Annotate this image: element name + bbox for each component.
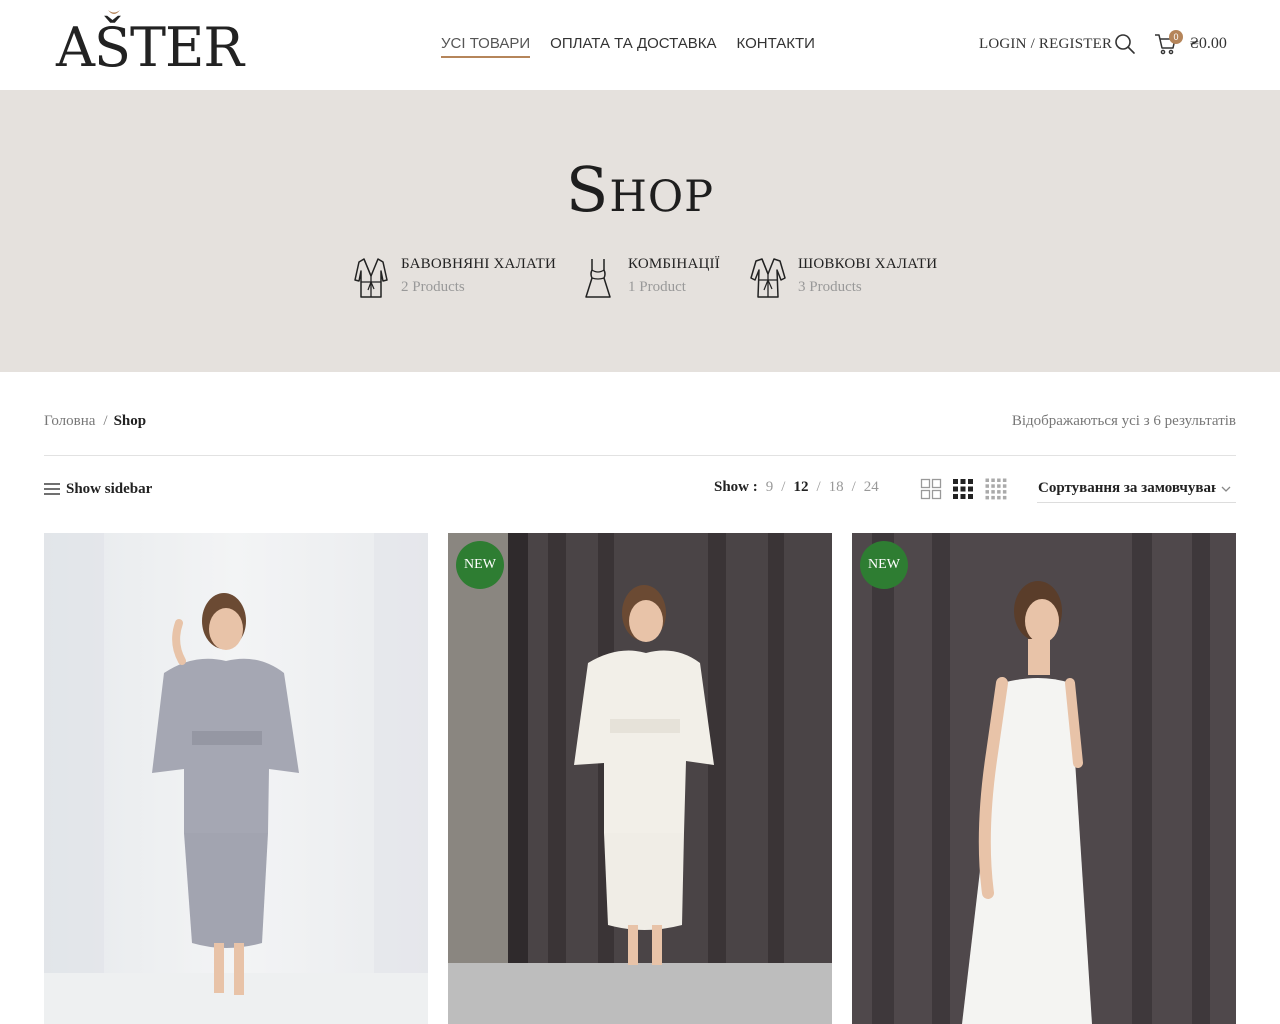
site-logo[interactable]: AŠTER xyxy=(56,8,251,78)
category-count: 1 Product xyxy=(628,279,686,295)
per-page-option-18[interactable]: 18 xyxy=(829,479,844,496)
product-card[interactable] xyxy=(44,533,428,1024)
divider xyxy=(44,455,1236,456)
shop-hero: Shop БАВОВНЯНІ ХАЛАТИ 2 Products КОМБІНА… xyxy=(0,90,1280,372)
site-header: AŠTER УСІ ТОВАРИ ОПЛАТА ТА ДОСТАВКА КОНТ… xyxy=(0,0,1280,90)
product-image[interactable] xyxy=(448,533,832,1024)
grid-3-columns-icon[interactable] xyxy=(952,478,974,500)
per-page-option-9[interactable]: 9 xyxy=(766,479,774,496)
sort-select-value: Сортування за замовчуванням xyxy=(1038,480,1216,496)
nav-item-contacts[interactable]: КОНТАКТИ xyxy=(737,34,815,58)
login-register-link[interactable]: Login / Register xyxy=(979,36,1112,53)
product-image[interactable] xyxy=(852,533,1236,1024)
page-title: Shop xyxy=(565,153,715,226)
slip-dress-icon xyxy=(585,259,611,298)
product-card[interactable]: NEW xyxy=(448,533,832,1024)
category-silk-robes[interactable]: ШОВКОВІ ХАЛАТИ 3 Products xyxy=(750,254,938,304)
product-image[interactable] xyxy=(44,533,428,1024)
category-name: ШОВКОВІ ХАЛАТИ xyxy=(798,256,938,272)
nav-item-all-products[interactable]: УСІ ТОВАРИ xyxy=(441,34,531,58)
chevron-down-icon xyxy=(1221,486,1231,492)
breadcrumb: Головна / Shop xyxy=(44,413,146,430)
category-name: КОМБІНАЦІЇ xyxy=(628,256,720,272)
per-page-option-24[interactable]: 24 xyxy=(864,479,879,496)
sort-select[interactable]: Сортування за замовчуванням xyxy=(1037,477,1236,503)
category-count: 3 Products xyxy=(798,279,862,295)
grid-4-columns-icon[interactable] xyxy=(985,478,1007,500)
menu-icon xyxy=(44,483,60,495)
nav-item-payment-delivery[interactable]: ОПЛАТА ТА ДОСТАВКА xyxy=(550,34,716,58)
per-page-selector: Show : 9 / 12 / 18 / 24 xyxy=(714,479,879,496)
per-page-separator: / xyxy=(851,479,856,495)
cart-count-badge: 0 xyxy=(1169,30,1183,44)
breadcrumb-separator: / xyxy=(103,413,108,429)
robe-icon xyxy=(354,258,388,298)
breadcrumb-home-link[interactable]: Головна xyxy=(44,413,95,429)
logo-text: AŠTER xyxy=(56,16,244,79)
new-badge: NEW xyxy=(860,541,908,589)
silk-robe-icon xyxy=(750,258,786,298)
show-sidebar-label: Show sidebar xyxy=(66,480,153,497)
main-nav: УСІ ТОВАРИ ОПЛАТА ТА ДОСТАВКА КОНТАКТИ xyxy=(441,34,815,58)
breadcrumb-current: Shop xyxy=(113,413,147,429)
category-count: 2 Products xyxy=(401,279,465,295)
cart-total[interactable]: ₴0.00 xyxy=(1190,35,1227,53)
per-page-separator: / xyxy=(816,479,821,495)
results-count: Відображаються усі з 6 результатів xyxy=(1011,413,1236,429)
category-slips[interactable]: КОМБІНАЦІЇ 1 Product xyxy=(580,254,725,304)
per-page-option-12[interactable]: 12 xyxy=(793,479,808,496)
search-icon[interactable] xyxy=(1114,33,1136,55)
per-page-separator: / xyxy=(781,479,786,495)
grid-2-columns-icon[interactable] xyxy=(920,478,942,500)
new-badge: NEW xyxy=(456,541,504,589)
category-cotton-robes[interactable]: БАВОВНЯНІ ХАЛАТИ 2 Products xyxy=(353,254,557,304)
per-page-label: Show : xyxy=(714,479,758,495)
show-sidebar-button[interactable]: Show sidebar xyxy=(44,479,152,499)
category-name: БАВОВНЯНІ ХАЛАТИ xyxy=(401,256,557,272)
product-card[interactable]: NEW xyxy=(852,533,1236,1024)
